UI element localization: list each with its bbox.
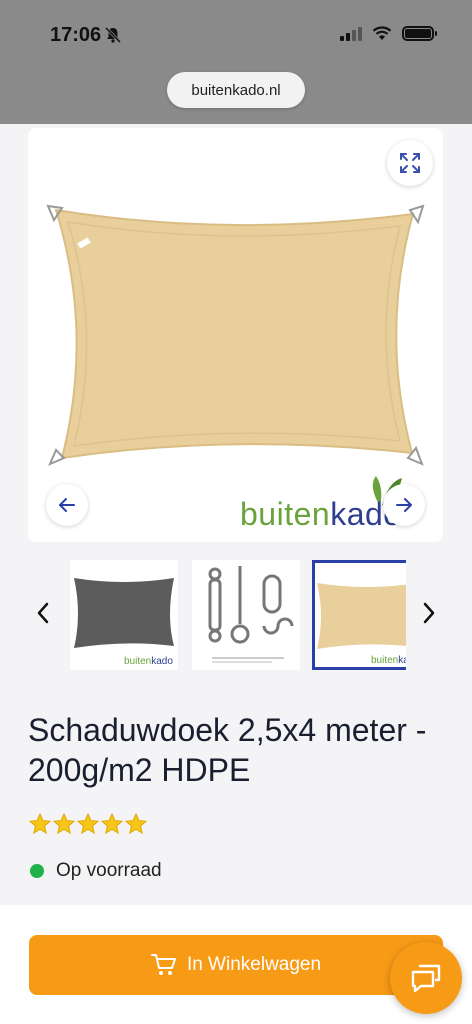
brand-logo: buitenkado bbox=[240, 496, 402, 532]
status-icons bbox=[340, 26, 437, 41]
product-title: Schaduwdoek 2,5x4 meter - 200g/m2 HDPE bbox=[28, 712, 427, 788]
wifi-icon bbox=[372, 26, 392, 40]
star-icon bbox=[124, 812, 148, 835]
url-bar[interactable]: buitenkado.nl bbox=[167, 72, 305, 108]
chat-button[interactable] bbox=[390, 942, 462, 1014]
add-to-cart-button[interactable]: In Winkelwagen bbox=[29, 935, 443, 995]
chevron-left-icon bbox=[37, 602, 49, 624]
in-stock-indicator bbox=[30, 864, 44, 878]
thumbnail-gray-shade-sail[interactable]: buitenkado bbox=[70, 560, 178, 670]
star-icon bbox=[28, 812, 52, 835]
bell-muted-icon bbox=[104, 26, 122, 44]
thumbnails-next-button[interactable] bbox=[414, 598, 444, 628]
browser-chrome: 17:06 buitenkado.nl bbox=[0, 0, 472, 124]
stock-status: Op voorraad bbox=[30, 860, 162, 882]
star-icon bbox=[52, 812, 76, 835]
shopping-cart-icon bbox=[150, 954, 176, 975]
svg-text:buitenkado: buitenkado bbox=[371, 655, 406, 666]
svg-text:buitenkado: buitenkado bbox=[124, 656, 173, 667]
previous-image-button[interactable] bbox=[46, 484, 88, 526]
status-time: 17:06 bbox=[50, 24, 102, 46]
next-image-button[interactable] bbox=[383, 484, 425, 526]
thumbnail-mounting-hardware[interactable] bbox=[192, 560, 300, 670]
fullscreen-button[interactable] bbox=[387, 140, 433, 186]
arrow-left-icon bbox=[59, 498, 75, 512]
cellular-signal-icon bbox=[340, 26, 362, 41]
expand-icon bbox=[400, 153, 420, 173]
arrow-right-icon bbox=[396, 498, 412, 512]
thumbnails-previous-button[interactable] bbox=[28, 598, 58, 628]
thumbnail-sand-shade-sail[interactable]: buitenkado bbox=[312, 560, 406, 670]
thumbnail-image: buitenkado bbox=[74, 578, 174, 667]
chevron-right-icon bbox=[423, 602, 435, 624]
thumbnail-image: buitenkado bbox=[317, 583, 406, 666]
rating-stars bbox=[28, 812, 148, 836]
add-to-cart-label: In Winkelwagen bbox=[186, 954, 322, 975]
star-icon bbox=[100, 812, 124, 835]
product-main-image[interactable] bbox=[28, 128, 443, 542]
stock-status-label: Op voorraad bbox=[56, 860, 162, 881]
chat-icon bbox=[411, 964, 441, 993]
thumbnail-strip: buitenkado buitenkado bbox=[70, 560, 406, 670]
battery-icon bbox=[402, 26, 437, 41]
thumbnail-image bbox=[208, 566, 294, 663]
product-image-gallery: buitenkado bbox=[28, 128, 443, 542]
star-icon bbox=[76, 812, 100, 835]
